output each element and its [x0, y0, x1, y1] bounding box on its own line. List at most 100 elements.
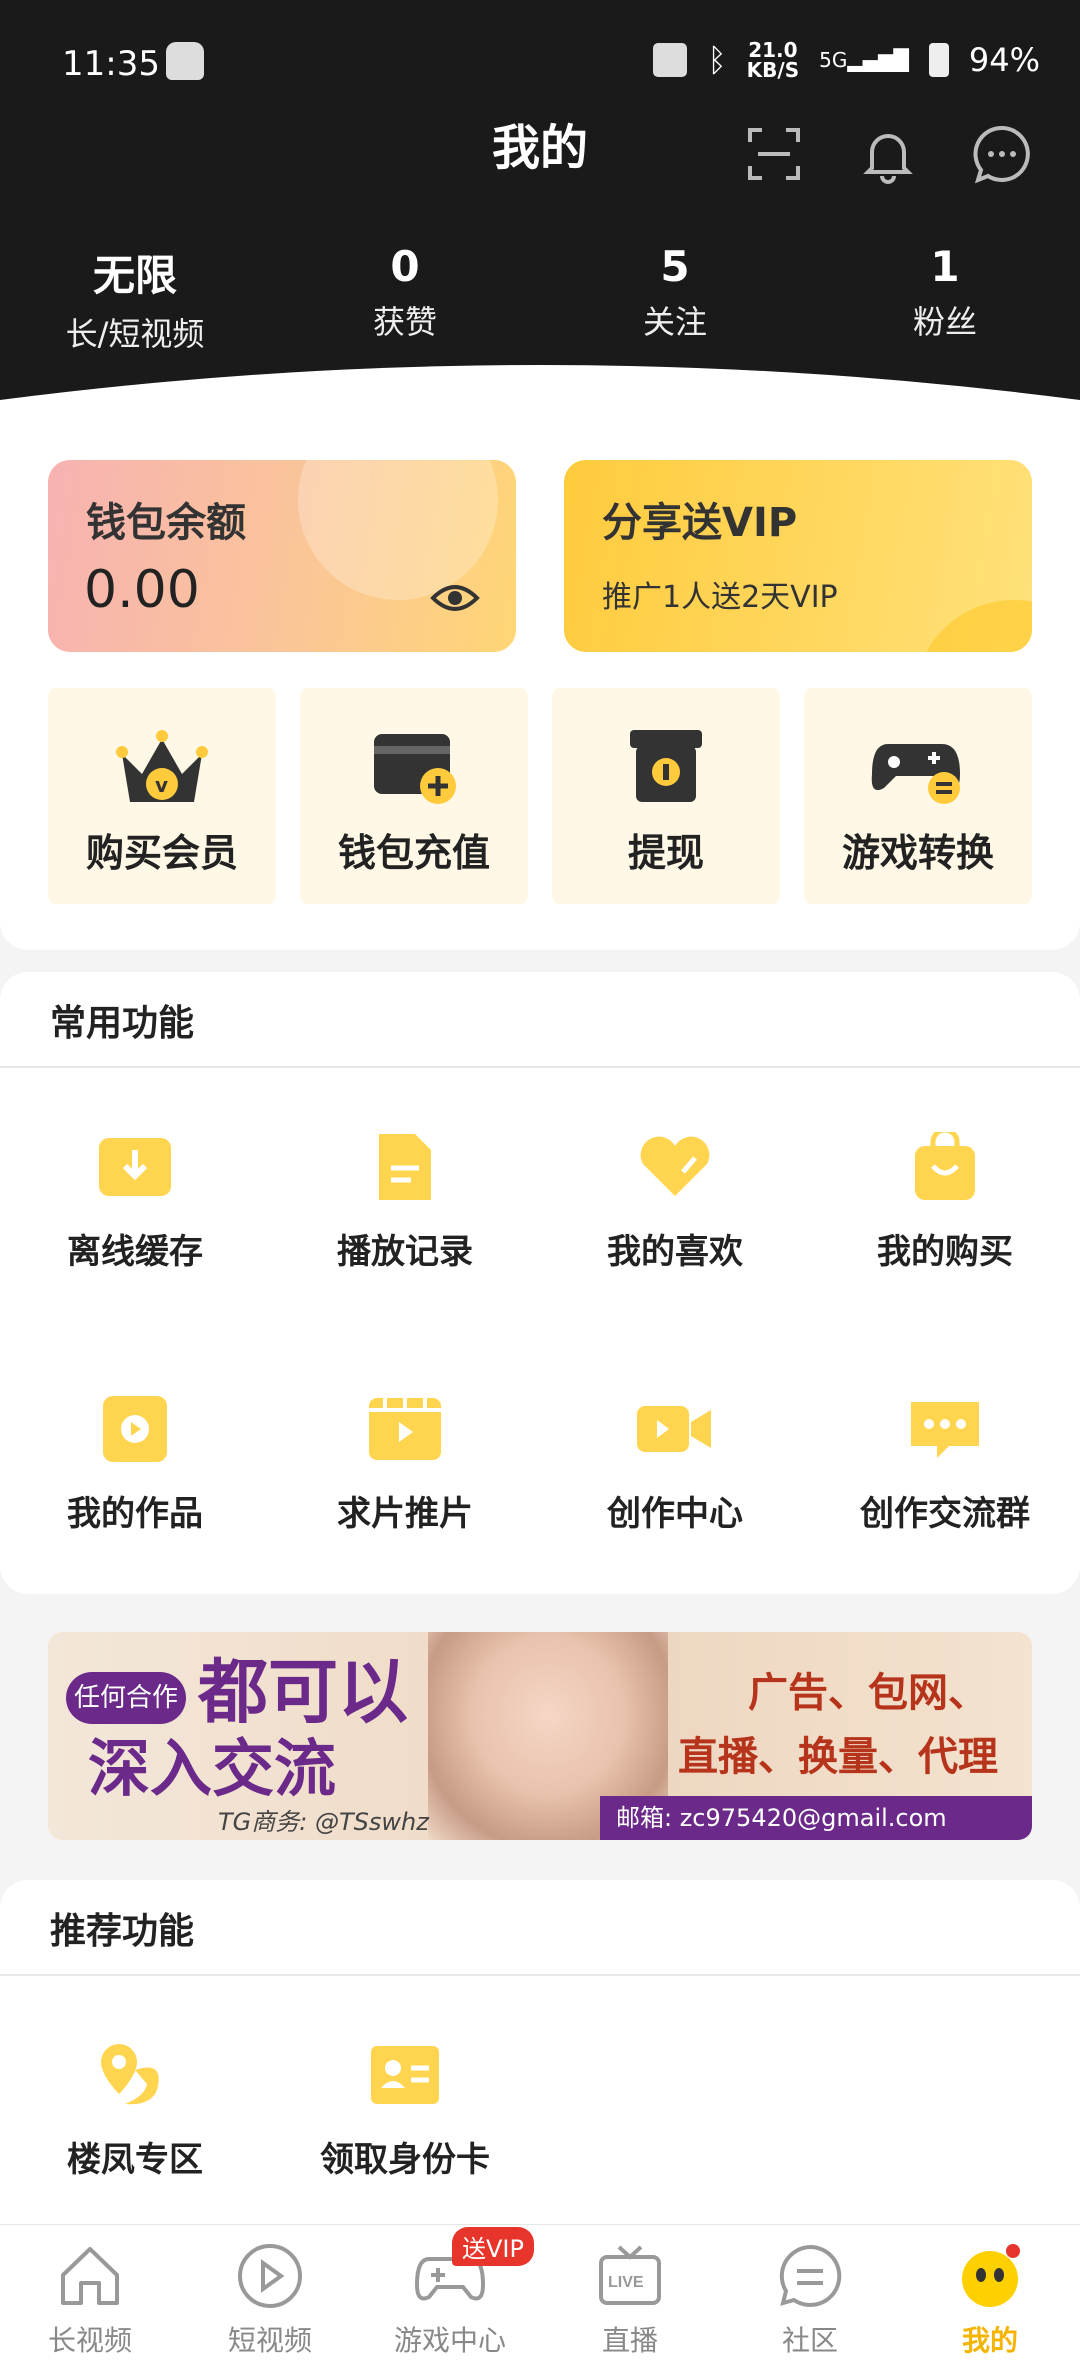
stat-value: 无限 — [92, 251, 177, 300]
stat-likes[interactable]: 0 获赞 — [270, 242, 540, 355]
wallet-card[interactable]: 钱包余额 0.00 — [48, 460, 516, 652]
divider — [0, 1066, 1080, 1068]
eye-icon[interactable] — [430, 580, 480, 616]
share-vip-card[interactable]: 分享送VIP 推广1人送2天VIP — [564, 460, 1032, 652]
nfc-icon — [653, 43, 688, 77]
recommended-section: 推荐功能 楼凤专区 领取身份卡 — [0, 1880, 1080, 2260]
nav-long-video[interactable]: 长视频 — [0, 2225, 180, 2377]
crown-icon: v — [116, 730, 208, 802]
heart-icon — [640, 1136, 710, 1196]
stat-fans[interactable]: 1 粉丝 — [810, 242, 1080, 355]
function-label: 我的作品 — [67, 1494, 203, 1534]
function-label: 创作交流群 — [860, 1494, 1030, 1534]
wallet-add-icon — [374, 734, 456, 804]
stat-value: 1 — [930, 242, 960, 291]
nav-community[interactable]: 社区 — [720, 2225, 900, 2377]
share-title: 分享送VIP — [602, 500, 798, 546]
stat-label: 关注 — [642, 303, 707, 341]
nav-label: 直播 — [601, 2324, 658, 2357]
function-creator-center[interactable]: 创作中心 — [540, 1394, 810, 1535]
vip-badge: 送VIP — [452, 2227, 534, 2266]
net-speed: 21.0 KB/S — [747, 40, 799, 80]
shopping-bag-icon — [915, 1132, 975, 1200]
location-pin-icon — [101, 2044, 159, 2105]
stat-label: 粉丝 — [912, 303, 977, 341]
function-loufeng-zone[interactable]: 楼凤专区 — [0, 2040, 270, 2181]
function-request-films[interactable]: 求片推片 — [270, 1394, 540, 1535]
nav-label: 短视频 — [227, 2324, 312, 2357]
play-circle-icon — [238, 2244, 302, 2308]
function-label: 领取身份卡 — [320, 2140, 490, 2180]
quick-action-label: 游戏转换 — [841, 831, 994, 875]
banner-email: 邮箱: zc975420@gmail.com — [600, 1796, 1032, 1840]
quick-action-recharge[interactable]: 钱包充值 — [300, 688, 528, 904]
function-offline-cache[interactable]: 离线缓存 — [0, 1132, 270, 1273]
play-square-icon — [103, 1396, 167, 1462]
withdraw-box-icon — [630, 730, 702, 802]
function-label: 求片推片 — [337, 1494, 473, 1534]
card-decoration — [914, 600, 1032, 652]
nav-short-video[interactable]: 短视频 — [180, 2225, 360, 2377]
function-creator-group[interactable]: 创作交流群 — [810, 1394, 1080, 1535]
nav-live[interactable]: LIVE 直播 — [540, 2225, 720, 2377]
download-icon — [99, 1138, 171, 1196]
live-tv-icon: LIVE — [599, 2245, 661, 2305]
wallet-amount: 0.00 — [84, 560, 200, 620]
scan-icon[interactable] — [742, 122, 806, 186]
battery-level: 94% — [968, 41, 1040, 79]
banner-services-1: 广告、包网、 — [748, 1669, 988, 1716]
banner-tg: TG商务: @TSswhz — [218, 1808, 429, 1836]
film-icon — [369, 1398, 441, 1460]
network-type: 5G — [819, 48, 848, 72]
bluetooth-icon: ᛒ — [707, 41, 727, 79]
nav-label: 游戏中心 — [393, 2324, 506, 2357]
stat-value: 5 — [660, 242, 690, 291]
function-label: 楼凤专区 — [67, 2140, 203, 2180]
function-id-card[interactable]: 领取身份卡 — [270, 2040, 540, 2181]
stat-videos[interactable]: 无限 长/短视频 — [0, 242, 270, 355]
quick-action-game-exchange[interactable]: 游戏转换 — [804, 688, 1032, 904]
quick-action-buy-vip[interactable]: v 购买会员 — [48, 688, 276, 904]
card-decoration — [298, 460, 498, 600]
promo-banner[interactable]: 任何合作 都可以 深入交流 TG商务: @TSswhz 广告、包网、 直播、换量… — [48, 1632, 1032, 1840]
function-my-likes[interactable]: 我的喜欢 — [540, 1132, 810, 1273]
nav-label: 长视频 — [47, 2324, 132, 2357]
header-curve — [0, 365, 1080, 440]
status-time: 11:35 — [62, 44, 160, 84]
function-my-works[interactable]: 我的作品 — [0, 1394, 270, 1535]
nav-mine[interactable]: 我的 — [900, 2225, 1080, 2377]
signal-icon: 5G▂▄▆█ — [819, 48, 909, 72]
banner-services-2: 直播、换量、代理 — [678, 1733, 998, 1780]
battery-icon — [928, 43, 949, 77]
status-bar: 11:35 ᛒ 21.0 KB/S 5G▂▄▆█ 94% — [0, 0, 1080, 120]
video-camera-icon — [637, 1406, 711, 1452]
stat-label: 获赞 — [372, 303, 437, 341]
net-speed-unit: KB/S — [746, 58, 800, 82]
community-icon — [779, 2244, 842, 2307]
chat-bubble-icon — [911, 1402, 979, 1458]
bell-icon[interactable] — [856, 122, 920, 186]
stat-following[interactable]: 5 关注 — [540, 242, 810, 355]
profile-stats: 无限 长/短视频 0 获赞 5 关注 1 粉丝 — [0, 242, 1080, 355]
svg-text:LIVE: LIVE — [608, 2274, 644, 2291]
nav-game-center[interactable]: 送VIP 游戏中心 — [360, 2225, 540, 2377]
divider — [0, 1974, 1080, 1976]
function-label: 我的购买 — [877, 1232, 1013, 1272]
common-functions-section: 常用功能 离线缓存 播放记录 我的喜欢 我的购买 我的作品 求片推片 创作中心 … — [0, 972, 1080, 1594]
stat-label: 长/短视频 — [65, 315, 205, 353]
function-label: 离线缓存 — [67, 1232, 203, 1272]
function-my-purchases[interactable]: 我的购买 — [810, 1132, 1080, 1273]
quick-action-withdraw[interactable]: 提现 — [552, 688, 780, 904]
share-subtitle: 推广1人送2天VIP — [602, 580, 838, 615]
game-exchange-icon — [871, 744, 960, 804]
section-title: 推荐功能 — [50, 1911, 195, 1952]
mascot-icon — [962, 2244, 1020, 2307]
message-icon[interactable] — [970, 122, 1034, 186]
function-play-history[interactable]: 播放记录 — [270, 1132, 540, 1273]
app-notification-icon — [166, 42, 204, 80]
quick-action-label: 钱包充值 — [337, 831, 490, 875]
section-title: 常用功能 — [50, 1003, 195, 1044]
banner-tag: 任何合作 — [66, 1672, 186, 1724]
quick-action-label: 提现 — [627, 831, 704, 875]
nav-label: 社区 — [781, 2324, 838, 2357]
